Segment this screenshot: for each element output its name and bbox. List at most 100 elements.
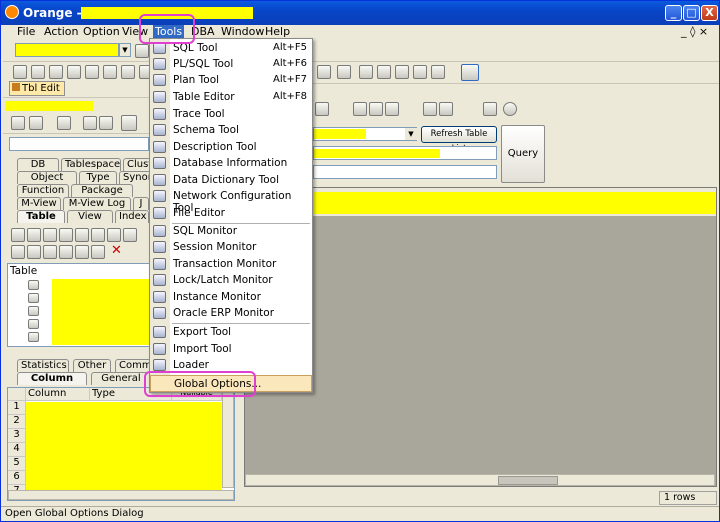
menu-item-import-tool[interactable]: Import Tool (150, 341, 312, 358)
copy-icon[interactable] (369, 102, 383, 116)
menu-item-schema-tool[interactable]: Schema Tool (150, 122, 312, 139)
menu-help[interactable]: Help (265, 25, 290, 38)
tab-synonym[interactable]: Synon (119, 171, 154, 184)
menu-item-data-dictionary-tool[interactable]: Data Dictionary Tool (150, 172, 312, 189)
table-icon[interactable] (28, 319, 39, 329)
table-editor-icon[interactable] (67, 65, 81, 79)
close-button[interactable]: X (701, 5, 718, 21)
menu-action[interactable]: Action (44, 25, 78, 38)
tbl-icon-2[interactable] (27, 228, 41, 242)
tab-db-link[interactable]: DB Link (17, 158, 59, 182)
tab-j[interactable]: J (133, 197, 149, 210)
delete-icon[interactable]: ✕ (111, 243, 122, 258)
network-icon[interactable] (431, 65, 445, 79)
tab-other[interactable]: Other (73, 359, 111, 372)
tbl-edit-tab[interactable]: Tbl Edit (9, 81, 65, 96)
schema-dropdown-icon[interactable]: ▼ (405, 128, 417, 140)
tab-comments[interactable]: Comm (115, 359, 152, 372)
tbl-icon-14[interactable] (91, 245, 105, 259)
menu-item-sql-monitor[interactable]: SQL Monitor (150, 223, 312, 240)
redo-icon[interactable] (439, 102, 453, 116)
import-icon[interactable] (377, 65, 391, 79)
menu-item-oracle-erp-monitor[interactable]: Oracle ERP Monitor (150, 305, 312, 322)
table-icon[interactable] (28, 280, 39, 290)
menu-item-plsql-tool[interactable]: PL/SQL Tool Alt+F6 (150, 56, 312, 73)
tbl-icon-4[interactable] (59, 228, 73, 242)
tbl-icon-1[interactable] (11, 228, 25, 242)
tab-statistics[interactable]: Statistics (17, 359, 69, 372)
tab-index[interactable]: Index (115, 210, 149, 223)
header-column[interactable]: Column (26, 388, 90, 401)
result-horizontal-scrollbar[interactable] (245, 474, 715, 486)
schema-combo[interactable]: ▼ (313, 127, 417, 141)
tbl-icon-11[interactable] (43, 245, 57, 259)
refresh-table-list-button[interactable]: Refresh Table List (421, 126, 497, 154)
menu-item-plan-tool[interactable]: Plan Tool Alt+F7 (150, 72, 312, 89)
tab-package[interactable]: Package (71, 184, 133, 197)
sql-icon[interactable] (135, 44, 149, 58)
instance-icon[interactable] (337, 65, 351, 79)
grid-horizontal-scrollbar[interactable] (8, 490, 234, 500)
tab-cluster[interactable]: Clust (123, 158, 152, 171)
funnel-icon[interactable] (57, 116, 71, 130)
options-icon[interactable] (413, 65, 427, 79)
object-filter-input[interactable] (9, 137, 149, 151)
menu-item-file-editor[interactable]: File Editor (150, 205, 312, 222)
monitor-icon[interactable] (317, 65, 331, 79)
tab-type[interactable]: Type (79, 171, 117, 184)
menu-item-instance-monitor[interactable]: Instance Monitor (150, 289, 312, 306)
menu-item-trace-tool[interactable]: Trace Tool (150, 106, 312, 123)
menu-item-database-information[interactable]: Database Information (150, 155, 312, 172)
menu-item-lock-latch-monitor[interactable]: Lock/Latch Monitor (150, 272, 312, 289)
menu-item-table-editor[interactable]: Table Editor Alt+F8 (150, 89, 312, 106)
grid-vertical-scrollbar[interactable] (222, 388, 234, 488)
menu-window[interactable]: Window (221, 25, 264, 38)
refresh-icon[interactable] (29, 116, 43, 130)
table-icon[interactable] (28, 293, 39, 303)
tab-mview-log[interactable]: M-View Log (63, 197, 131, 210)
menu-item-session-monitor[interactable]: Session Monitor (150, 239, 312, 256)
help-icon[interactable] (461, 64, 479, 81)
tbl-icon-6[interactable] (91, 228, 105, 242)
tab-column[interactable]: Column (17, 372, 87, 385)
grid-edit-icon[interactable] (483, 102, 497, 116)
sql-tool-icon[interactable] (13, 65, 27, 79)
panel-icon[interactable] (121, 115, 137, 131)
menu-item-description-tool[interactable]: Description Tool (150, 139, 312, 156)
stop-icon[interactable] (503, 102, 517, 116)
paste-icon[interactable] (385, 102, 399, 116)
tbl-icon-10[interactable] (27, 245, 41, 259)
tbl-icon-7[interactable] (107, 228, 121, 242)
mdi-controls[interactable]: _ ◊ × (681, 25, 708, 38)
tab-table[interactable]: Table (17, 210, 65, 223)
cut-icon[interactable] (353, 102, 367, 116)
combo-dropdown-icon[interactable]: ▼ (119, 43, 131, 57)
tbl-icon-5[interactable] (75, 228, 89, 242)
menu-file[interactable]: File (17, 25, 35, 38)
tab-mview[interactable]: M-View (17, 197, 61, 210)
query-button[interactable]: Query (501, 125, 545, 183)
trace-tool-icon[interactable] (85, 65, 99, 79)
table-icon[interactable] (28, 332, 39, 342)
description-tool-icon[interactable] (121, 65, 135, 79)
tbl-icon-13[interactable] (75, 245, 89, 259)
connection-combo[interactable] (15, 43, 119, 57)
table-name-input[interactable] (313, 146, 497, 160)
menu-option[interactable]: Option (83, 25, 120, 38)
menu-item-transaction-monitor[interactable]: Transaction Monitor (150, 256, 312, 273)
loader-icon[interactable] (395, 65, 409, 79)
maximize-button[interactable]: □ (683, 5, 700, 21)
tab-object-table[interactable]: Object Table (17, 171, 77, 195)
tbl-icon-3[interactable] (43, 228, 57, 242)
table-icon[interactable] (28, 306, 39, 316)
tbl-icon-12[interactable] (59, 245, 73, 259)
schema-tool-icon[interactable] (103, 65, 117, 79)
layout-icon[interactable] (99, 116, 113, 130)
filter-input[interactable] (313, 165, 497, 179)
plan-tool-icon[interactable] (49, 65, 63, 79)
tbl-icon-8[interactable] (123, 228, 137, 242)
tab-view[interactable]: View (67, 210, 113, 223)
scroll-thumb[interactable] (498, 476, 558, 485)
filter-icon[interactable] (11, 116, 25, 130)
minimize-button[interactable]: _ (665, 5, 682, 21)
